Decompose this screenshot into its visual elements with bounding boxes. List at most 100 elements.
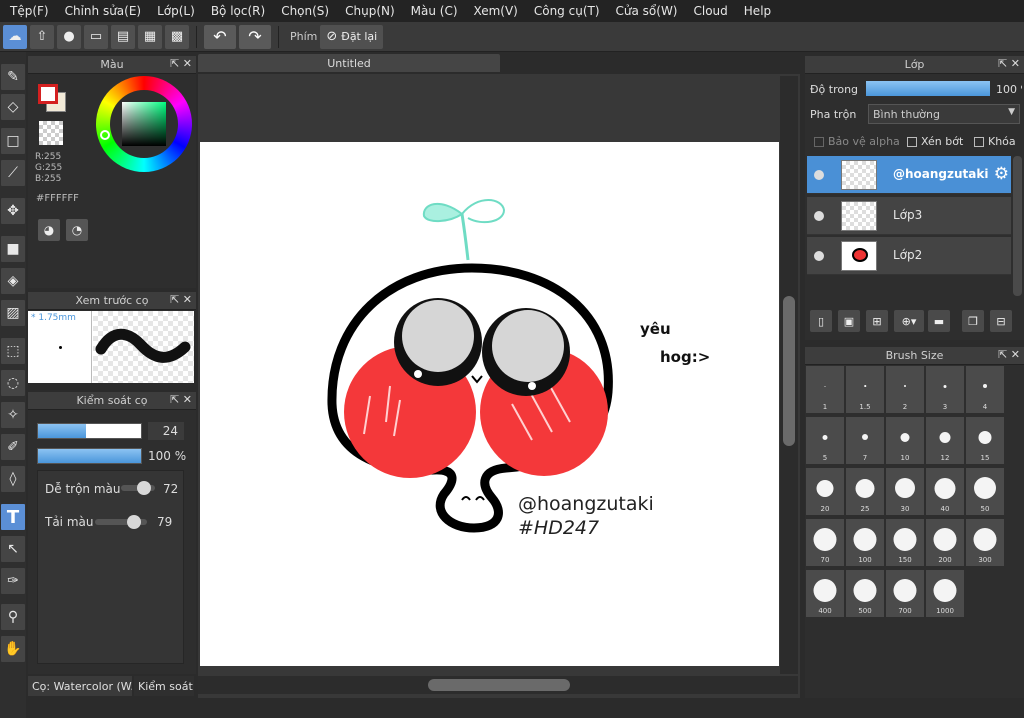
brush-size-cell[interactable]: 1.5 [846, 366, 885, 414]
menu-color[interactable]: Màu (C) [403, 4, 466, 18]
horizontal-scrollbar[interactable] [198, 676, 798, 694]
eye-icon[interactable] [814, 170, 824, 180]
brush-size-cell[interactable]: 25 [846, 468, 885, 516]
brush-size-cell[interactable]: 7 [846, 417, 885, 465]
brush-size-cell[interactable]: 2 [886, 366, 925, 414]
menu-window[interactable]: Cửa sổ(W) [608, 4, 686, 18]
document-tab[interactable]: Untitled [198, 54, 500, 72]
menu-select[interactable]: Chọn(S) [273, 4, 337, 18]
hue-cursor[interactable] [100, 130, 110, 140]
brush-size-cell[interactable]: 20 [806, 468, 845, 516]
brush-size-cell[interactable]: 70 [806, 519, 845, 567]
brush-size-cell[interactable]: 50 [966, 468, 1005, 516]
layer-scrollbar[interactable] [1013, 156, 1022, 296]
add-layer-menu-icon[interactable]: ⊕▾ [894, 310, 924, 332]
brush-size-cell[interactable]: 5 [806, 417, 845, 465]
palette-icon[interactable]: ◕ [38, 219, 60, 241]
transparent-color-swatch[interactable] [39, 121, 63, 145]
color-wheel[interactable] [96, 76, 192, 172]
brush-size-cell[interactable]: 3 [926, 366, 965, 414]
brush-size-cell[interactable]: 300 [966, 519, 1005, 567]
brush-size-cell[interactable]: 10 [886, 417, 925, 465]
brush-size-cell[interactable]: 40 [926, 468, 965, 516]
magic-wand-tool-icon[interactable]: ✧ [1, 402, 25, 428]
layer-row[interactable]: @hoangzutaki ⚙ [807, 156, 1011, 194]
text-tool-icon[interactable]: T [1, 504, 25, 530]
line-tool-icon[interactable]: ⟋ [1, 160, 25, 186]
blend-slider-knob[interactable] [137, 481, 151, 495]
protect-alpha-checkbox[interactable]: Bảo vệ alpha [814, 135, 900, 148]
eraser-tool-icon[interactable]: ◇ [1, 94, 25, 120]
panel-close-icon[interactable]: ⇱ ✕ [170, 57, 192, 70]
brush-size-cell[interactable]: 500 [846, 570, 885, 618]
menu-layer[interactable]: Lớp(L) [149, 4, 203, 18]
new-folder-layer-icon[interactable]: ⊞ [866, 310, 888, 332]
brush-size-cell[interactable]: 200 [926, 519, 965, 567]
move-tool-icon[interactable]: ✥ [1, 198, 25, 224]
brush-size-cell[interactable]: 12 [926, 417, 965, 465]
document-icon[interactable]: ▤ [111, 24, 135, 49]
load-slider[interactable] [95, 515, 147, 529]
bucket-tool-icon[interactable]: ◈ [1, 268, 25, 294]
brush-tool-icon[interactable]: ✎ [1, 64, 25, 90]
palette-edit-icon[interactable]: ◔ [66, 219, 88, 241]
menu-cloud[interactable]: Cloud [686, 4, 736, 18]
duplicate-layer-icon[interactable]: ❐ [962, 310, 984, 332]
menu-edit[interactable]: Chỉnh sửa(E) [57, 4, 150, 18]
comment-icon[interactable]: ● [57, 24, 81, 49]
folder-icon[interactable]: ▬ [928, 310, 950, 332]
panel-close-icon[interactable]: ⇱ ✕ [998, 57, 1020, 70]
artboard[interactable]: @hoangzutaki #HD247 yêu hog:> [200, 142, 779, 666]
saturation-square[interactable] [122, 102, 166, 146]
undo-button[interactable]: ↶ [204, 24, 236, 49]
brush-size-value[interactable]: 24 [148, 422, 184, 440]
menu-capture[interactable]: Chụp(N) [337, 4, 403, 18]
operation-tool-icon[interactable]: ↖ [1, 536, 25, 562]
redo-button[interactable]: ↷ [239, 24, 271, 49]
menu-filter[interactable]: Bộ lọc(R) [203, 4, 273, 18]
layer-row[interactable]: Lớp3 [807, 197, 1011, 235]
fill-rect-tool-icon[interactable]: ■ [1, 236, 25, 262]
brush-size-cell[interactable]: 400 [806, 570, 845, 618]
brush-size-cell[interactable]: 1000 [926, 570, 965, 618]
load-slider-knob[interactable] [127, 515, 141, 529]
layer-row[interactable]: Lớp2 [807, 237, 1011, 275]
new-raster-layer-icon[interactable]: ▣ [838, 310, 860, 332]
lasso-tool-icon[interactable]: ◌ [1, 370, 25, 396]
gear-icon[interactable]: ⚙ [994, 164, 1009, 184]
panel-close-icon[interactable]: ⇱ ✕ [170, 393, 192, 406]
panel-close-icon[interactable]: ⇱ ✕ [998, 348, 1020, 361]
brush-size-cell[interactable]: 4 [966, 366, 1005, 414]
eye-icon[interactable] [814, 251, 824, 261]
brush-opacity-slider[interactable] [37, 448, 142, 464]
canvas-area[interactable]: @hoangzutaki #HD247 yêu hog:> [198, 74, 800, 698]
layer-opacity-slider[interactable] [866, 81, 990, 96]
message-icon[interactable]: ▭ [84, 24, 108, 49]
brush-size-cell[interactable]: 100 [846, 519, 885, 567]
gradient-tool-icon[interactable]: ▨ [1, 300, 25, 326]
brush-size-cell[interactable]: 1 [806, 366, 845, 414]
panel-layout-icon[interactable]: ▦ [138, 24, 162, 49]
rectangle-tool-icon[interactable]: □ [1, 128, 25, 154]
select-rect-tool-icon[interactable]: ⬚ [1, 338, 25, 364]
brush-size-cell[interactable]: 30 [886, 468, 925, 516]
menu-tools[interactable]: Công cụ(T) [526, 4, 608, 18]
reset-button[interactable]: ⊘ Đặt lại [320, 24, 384, 49]
foreground-color-swatch[interactable] [38, 84, 58, 104]
divide-tool-icon[interactable]: ✑ [1, 568, 25, 594]
menu-view[interactable]: Xem(V) [466, 4, 526, 18]
brush-size-cell[interactable]: 700 [886, 570, 925, 618]
layer-blend-select[interactable]: Bình thường ▼ [868, 104, 1020, 124]
grid-icon[interactable]: ▩ [165, 24, 189, 49]
share-icon[interactable]: ⇧ [30, 24, 54, 49]
select-pen-tool-icon[interactable]: ✐ [1, 434, 25, 460]
menu-help[interactable]: Help [736, 4, 779, 18]
lock-checkbox[interactable]: Khóa [974, 135, 1016, 148]
menu-file[interactable]: Tệp(F) [2, 4, 57, 18]
hand-tool-icon[interactable]: ✋ [1, 636, 25, 662]
panel-close-icon[interactable]: ⇱ ✕ [170, 293, 192, 306]
vertical-scrollbar[interactable] [780, 76, 798, 674]
horizontal-scroll-thumb[interactable] [428, 679, 570, 691]
bottom-tab-brush[interactable]: Cọ: Watercolor (W... [28, 676, 132, 696]
brush-size-cell[interactable]: 15 [966, 417, 1005, 465]
